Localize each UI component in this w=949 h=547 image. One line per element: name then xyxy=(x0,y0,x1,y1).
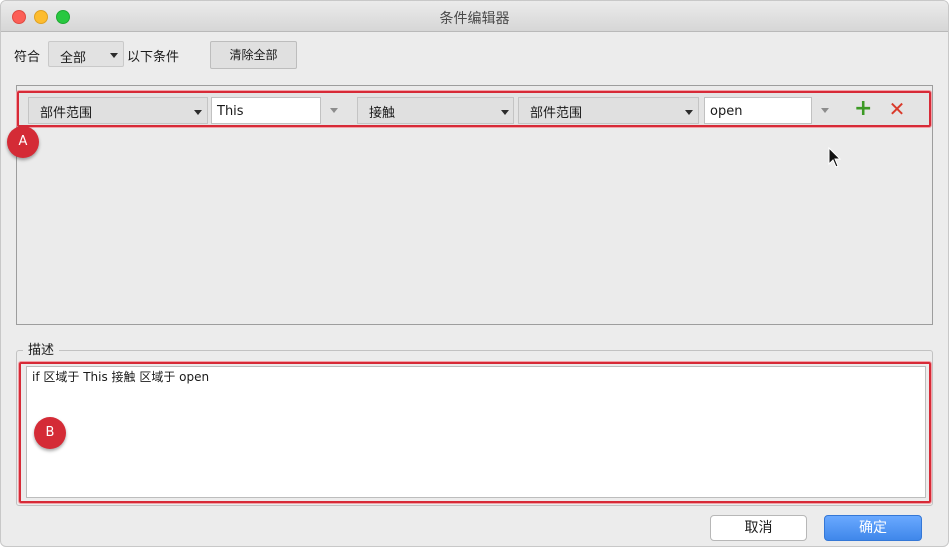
condition-editor-window: 条件编辑器 符合 全部 以下条件 清除全部 部件范围 This 接触 部件范围 … xyxy=(0,0,949,547)
highlight-a-frame xyxy=(17,91,931,127)
window-title: 条件编辑器 xyxy=(439,11,510,27)
match-mode-select[interactable]: 全部 xyxy=(48,41,124,67)
callout-marker-a: A xyxy=(7,126,39,158)
highlight-b-frame xyxy=(19,362,931,503)
mouse-pointer-icon xyxy=(828,147,842,168)
callout-marker-b: B xyxy=(34,417,66,449)
match-prefix-label: 符合 xyxy=(14,50,41,65)
clear-all-button[interactable]: 清除全部 xyxy=(210,41,297,69)
match-suffix-label: 以下条件 xyxy=(127,50,180,65)
description-legend: 描述 xyxy=(23,339,60,358)
cancel-button[interactable]: 取消 xyxy=(710,515,807,541)
chevron-down-icon xyxy=(110,53,118,58)
title-bar: 条件编辑器 xyxy=(1,1,948,32)
match-mode-value: 全部 xyxy=(60,51,87,66)
ok-button[interactable]: 确定 xyxy=(824,515,922,541)
